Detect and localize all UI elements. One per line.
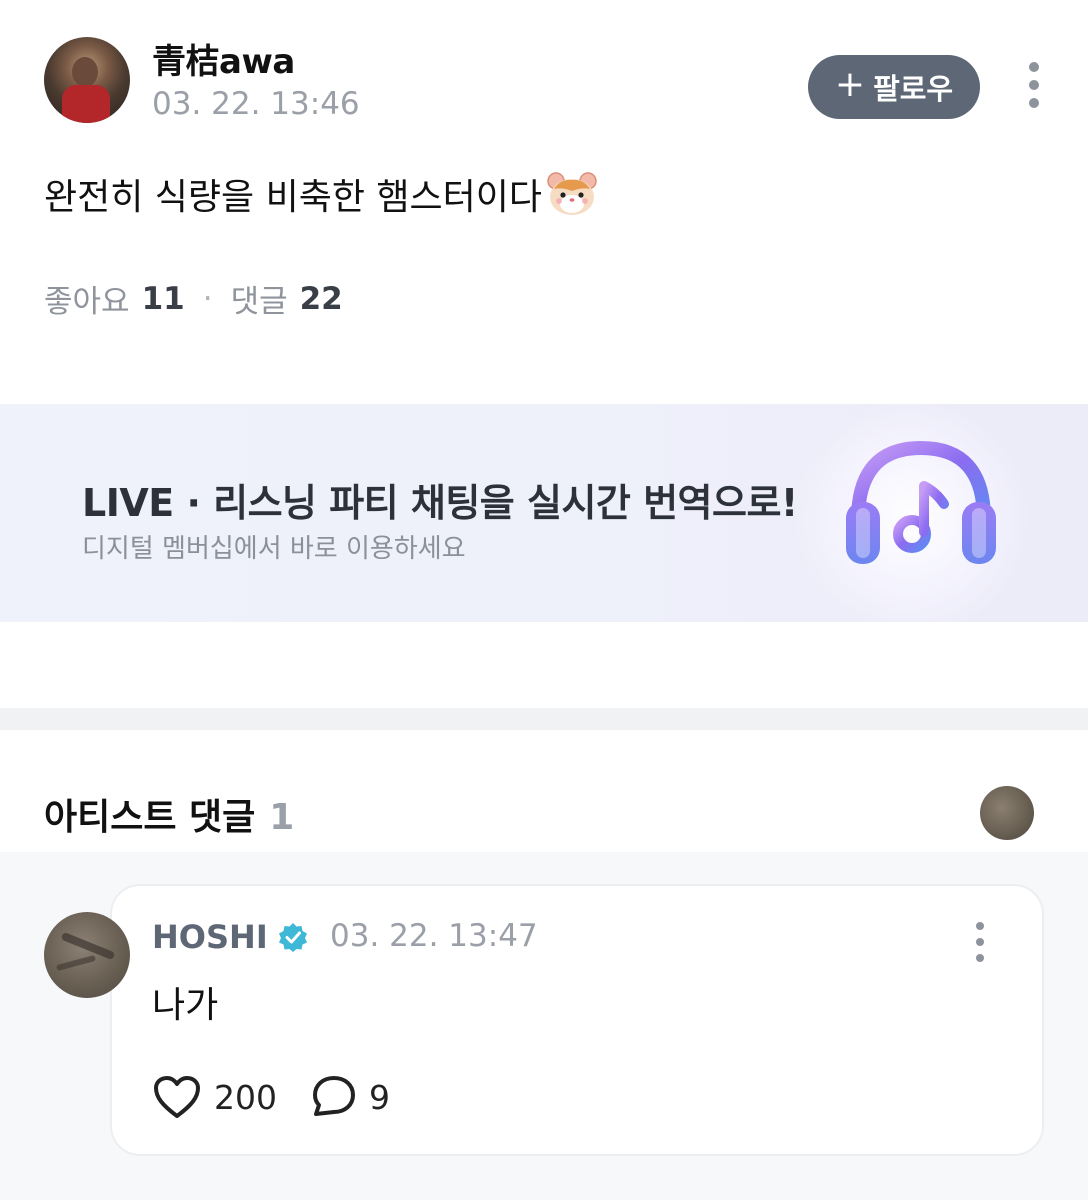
heart-icon (154, 1076, 200, 1118)
separator-dot: · (202, 280, 213, 317)
author-name[interactable]: 青桔awa (152, 34, 295, 83)
more-options-icon[interactable] (1022, 62, 1046, 108)
likes-label[interactable]: 좋아요 (44, 276, 130, 321)
hamster-face-icon (546, 171, 598, 217)
commenter-avatar[interactable] (44, 912, 130, 998)
speech-bubble-icon (313, 1076, 355, 1116)
author-avatar[interactable] (44, 37, 130, 123)
post-timestamp: 03. 22. 13:46 (152, 86, 360, 122)
banner-subtitle: 디지털 멤버십에서 바로 이용하세요 (82, 534, 466, 564)
reply-action[interactable]: 9 (311, 1074, 390, 1120)
likes-count[interactable]: 11 (142, 281, 185, 317)
comment-actions: 200 9 (152, 1074, 390, 1120)
avatar-shirt (62, 85, 110, 123)
artist-comments-title: 아티스트 댓글 (44, 797, 256, 838)
post-text: 완전히 식량을 비축한 햄스터이다 (44, 177, 543, 218)
post-header: 青桔awa 03. 22. 13:46 + 팔로우 (0, 0, 1088, 140)
verified-badge-icon (278, 923, 307, 952)
commenter-name-row[interactable]: HOSHI (152, 918, 308, 956)
post-stats: 좋아요 11 · 댓글 22 (44, 276, 343, 321)
banner-title: LIVE · 리스닝 파티 채팅을 실시간 번역으로! (82, 481, 798, 525)
commenter-name: HOSHI (152, 918, 268, 956)
post-body: 완전히 식량을 비축한 햄스터이다 (44, 168, 598, 220)
comments-count[interactable]: 22 (300, 281, 343, 317)
avatar-face (72, 57, 98, 87)
follow-label: 팔로우 (873, 72, 954, 106)
avatar-texture (55, 954, 97, 972)
artist-comments-header[interactable]: 아티스트 댓글 1 (44, 788, 294, 840)
like-count: 200 (214, 1077, 277, 1117)
follow-button[interactable]: + 팔로우 (808, 55, 980, 119)
headphones-music-note-icon (846, 440, 996, 564)
comment-timestamp: 03. 22. 13:47 (330, 918, 538, 954)
reply-count: 9 (369, 1077, 390, 1117)
like-action[interactable]: 200 (152, 1074, 277, 1120)
comment-text: 나가 (152, 985, 219, 1026)
plus-icon: + (834, 64, 866, 105)
comments-label[interactable]: 댓글 (231, 276, 288, 321)
artist-comments-count: 1 (269, 797, 295, 838)
comment-more-options-icon[interactable] (968, 922, 992, 962)
artist-mini-avatar[interactable] (980, 786, 1034, 840)
section-divider (0, 708, 1088, 730)
